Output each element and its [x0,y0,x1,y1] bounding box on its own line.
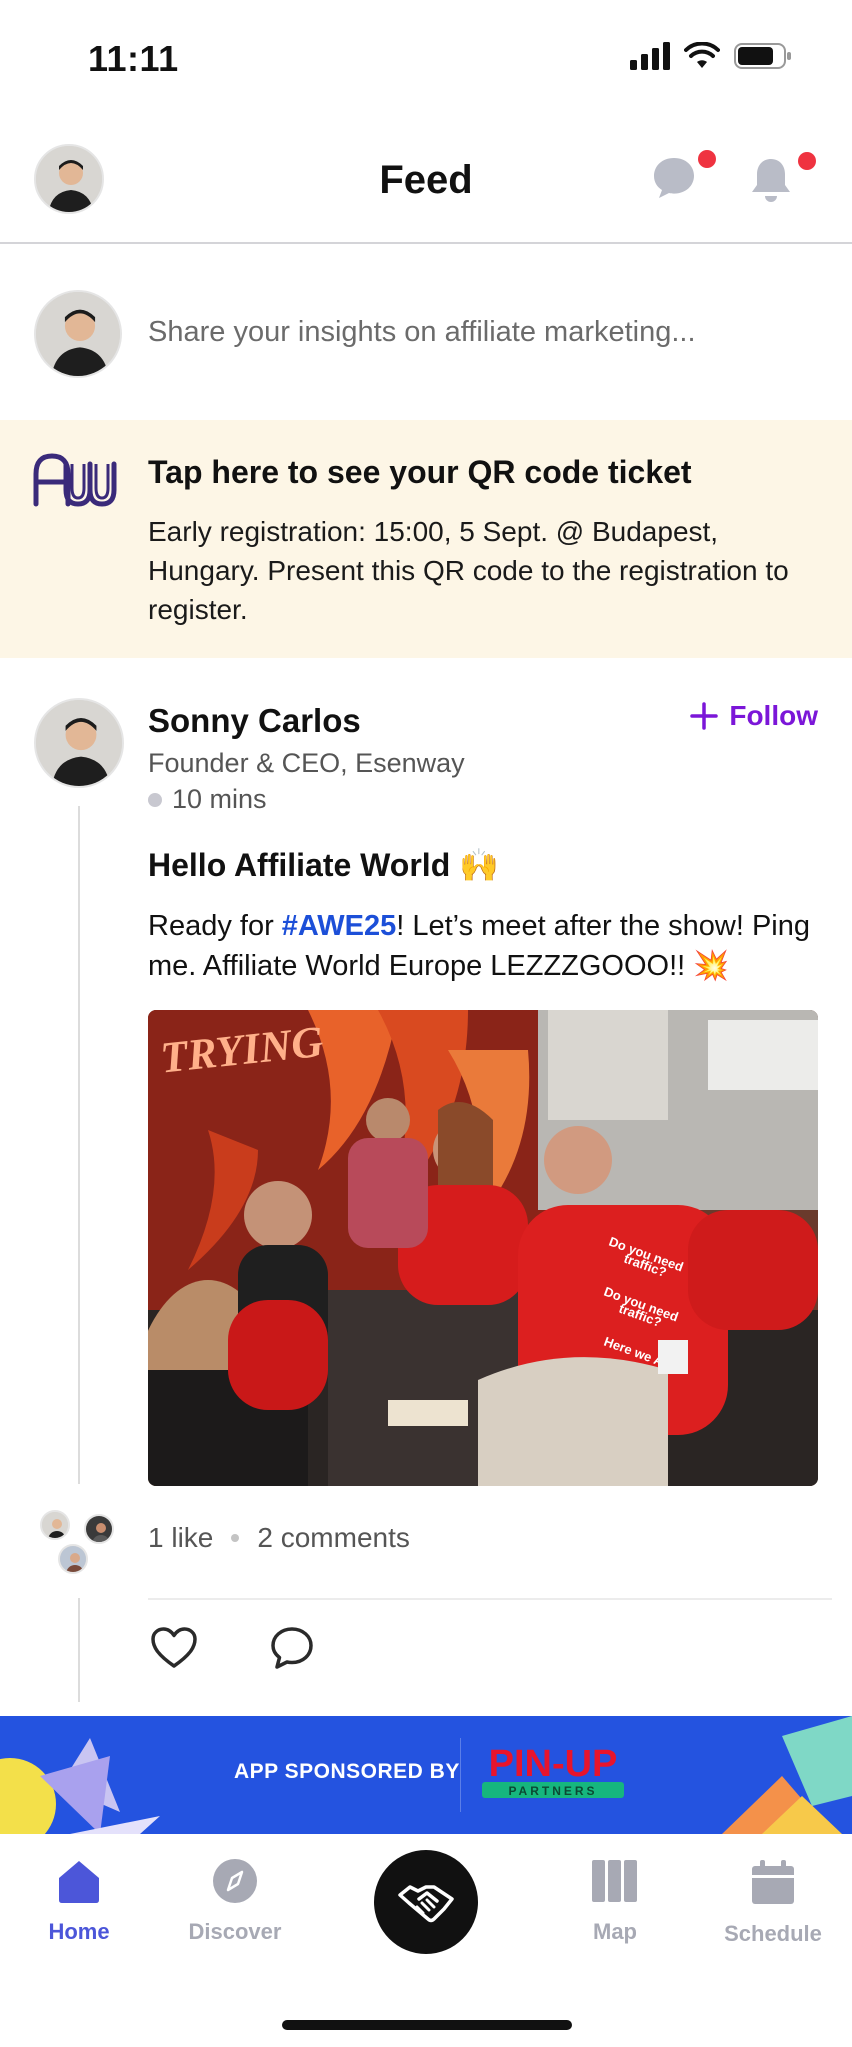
thread-line [78,806,80,1484]
tab-discover[interactable]: Discover [160,1858,310,1945]
post-timestamp: 10 mins [148,784,267,815]
likes-count[interactable]: 1 like [148,1522,213,1554]
notifications-button[interactable] [748,152,816,209]
actions-divider [148,1598,832,1600]
pin-up-partners-logo: PIN-UP PARTNERS [482,1743,624,1798]
sponsor-divider [460,1738,461,1812]
home-indicator [282,2020,572,2030]
map-icon [592,1860,637,1902]
bell-notification-dot [798,152,816,170]
post-title: Hello Affiliate World 🙌 [148,846,499,884]
reactor-avatar-3 [58,1544,88,1574]
time-dot-icon [148,792,162,807]
composer-input[interactable]: Share your insights on affiliate marketi… [148,316,696,349]
page-title: Feed [379,158,473,202]
status-icons [630,42,792,70]
ticket-description: Early registration: 15:00, 5 Sept. @ Bud… [148,516,789,625]
wifi-icon [684,42,720,68]
handshake-icon [398,1885,454,1923]
tab-home[interactable]: Home [4,1858,154,1945]
reactor-avatar-1 [40,1510,70,1540]
cellular-signal-icon [630,42,670,70]
bell-icon [752,159,790,202]
tab-schedule[interactable]: Schedule [698,1858,848,1947]
bottom-tab-bar: Home Discover Map Schedule [0,1834,852,2047]
thread-line-bottom [78,1598,80,1702]
composer-avatar [34,290,122,378]
comment-button[interactable] [270,1626,314,1675]
pinwheel-decoration-icon [0,1738,160,1834]
time-ago: 10 mins [172,784,267,814]
reaction-stats: 1 like 2 comments [148,1522,410,1554]
post-image[interactable]: TRYING Do you need traffic? Do you need [148,1010,818,1486]
message-notification-dot [698,150,716,168]
tab-discover-label: Discover [188,1919,282,1944]
brand-name: PIN-UP [489,1743,618,1785]
pattern-decoration-icon [722,1716,852,1834]
chat-bubble-icon [654,158,694,198]
plus-icon [690,702,719,730]
reactor-avatar-2 [84,1514,114,1544]
comments-count[interactable]: 2 comments [257,1522,410,1554]
author-name[interactable]: Sonny Carlos [148,702,361,740]
stats-separator [231,1534,240,1542]
compass-icon [213,1859,257,1903]
brand-sub: PARTNERS [508,1784,597,1798]
like-button[interactable] [150,1626,198,1675]
center-action-button[interactable] [374,1850,478,1954]
feed-header: Feed [0,120,852,244]
collision-emoji: 💥 [693,950,730,982]
reactor-avatars[interactable] [40,1510,120,1580]
heart-icon [151,1627,197,1668]
messages-button[interactable] [652,150,716,205]
feed-post: Sonny Carlos Founder & CEO, Esenway 10 m… [0,658,852,1716]
tab-map-label: Map [593,1919,637,1944]
home-icon [59,1861,99,1903]
status-time: 11:11 [88,38,179,79]
raised-hands-emoji: 🙌 [459,847,499,883]
post-body: Ready for #AWE25! Let’s meet after the s… [148,906,828,986]
comment-bubble-icon [271,1627,313,1669]
post-composer[interactable]: Share your insights on affiliate marketi… [0,246,852,420]
post-body-prefix: Ready for [148,910,282,942]
tab-schedule-label: Schedule [724,1921,822,1946]
author-avatar[interactable] [34,698,124,788]
follow-button[interactable]: Follow [689,700,818,732]
qr-ticket-banner[interactable]: Tap here to see your QR code ticket Earl… [0,420,852,658]
calendar-icon [752,1860,794,1904]
sponsor-label: APP SPONSORED BY [234,1760,460,1783]
battery-icon [734,43,791,69]
tab-map[interactable]: Map [540,1858,690,1945]
sponsor-banner[interactable]: APP SPONSORED BY PIN-UP PARTNERS [0,1716,852,1834]
follow-label: Follow [729,700,818,731]
tab-home-label: Home [48,1919,110,1944]
aw-logo-icon [33,453,117,507]
post-title-text: Hello Affiliate World [148,847,451,883]
author-role: Founder & CEO, Esenway [148,748,465,778]
ticket-title: Tap here to see your QR code ticket [148,454,692,490]
status-bar: 11:11 [0,0,852,120]
hashtag-link[interactable]: #AWE25 [282,910,396,942]
